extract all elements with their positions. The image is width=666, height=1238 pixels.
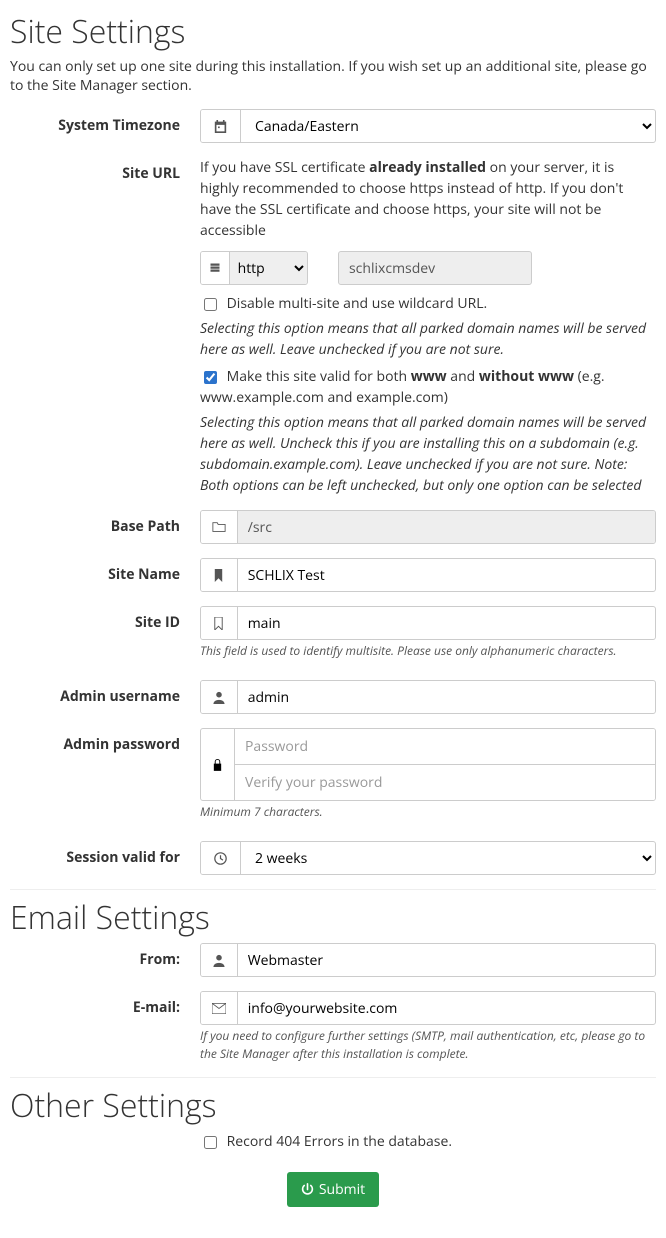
from-input[interactable] (238, 944, 655, 976)
envelope-icon (201, 992, 238, 1024)
disable-multisite-help: Selecting this option means that all par… (200, 318, 656, 360)
session-select[interactable]: 2 weeks (241, 842, 655, 875)
site-id-label: Site ID (10, 606, 190, 633)
password-input[interactable] (235, 729, 655, 765)
valid-www-label[interactable]: Make this site valid for both www and wi… (200, 367, 605, 407)
admin-password-label: Admin password (10, 728, 190, 755)
power-icon (301, 1183, 314, 1196)
clock-icon (201, 842, 241, 874)
from-label: From: (10, 943, 190, 970)
lock-icon (201, 729, 235, 800)
email-help: If you need to configure further setting… (200, 1027, 656, 1063)
bookmark-solid-icon (201, 559, 238, 591)
timezone-select[interactable]: Canada/Eastern (241, 110, 655, 143)
site-url-label: Site URL (10, 157, 190, 184)
record-404-checkbox[interactable] (204, 1136, 217, 1149)
admin-username-input[interactable] (238, 681, 655, 713)
site-id-help: This field is used to identify multisite… (200, 642, 656, 660)
bookmark-outline-icon (201, 607, 238, 639)
valid-www-help: Selecting this option means that all par… (200, 412, 656, 496)
email-input[interactable] (238, 992, 655, 1024)
domain-input[interactable] (338, 251, 532, 285)
site-name-input[interactable] (238, 559, 655, 591)
email-label: E-mail: (10, 991, 190, 1018)
protocol-select[interactable]: http (230, 252, 307, 284)
disable-multisite-label[interactable]: Disable multi-site and use wildcard URL. (227, 294, 488, 313)
disable-multisite-checkbox[interactable] (204, 298, 217, 311)
calendar-icon (201, 110, 241, 142)
admin-username-label: Admin username (10, 680, 190, 707)
section-divider (10, 1077, 656, 1078)
globe-icon (201, 252, 230, 284)
verify-password-input[interactable] (235, 765, 655, 800)
folder-icon (201, 511, 238, 543)
site-settings-intro: You can only set up one site during this… (10, 57, 656, 95)
site-url-info: If you have SSL certificate already inst… (200, 157, 656, 241)
submit-button[interactable]: Submit (287, 1172, 379, 1207)
site-settings-heading: Site Settings (10, 10, 656, 53)
other-settings-heading: Other Settings (10, 1084, 656, 1127)
email-settings-heading: Email Settings (10, 896, 656, 939)
site-name-label: Site Name (10, 558, 190, 585)
site-id-input[interactable] (238, 607, 655, 639)
valid-www-checkbox[interactable] (204, 371, 217, 384)
password-help: Minimum 7 characters. (200, 803, 656, 821)
timezone-label: System Timezone (10, 109, 190, 136)
session-label: Session valid for (10, 841, 190, 868)
record-404-label[interactable]: Record 404 Errors in the database. (227, 1132, 452, 1151)
submit-label: Submit (319, 1180, 365, 1199)
base-path-label: Base Path (10, 510, 190, 537)
section-divider (10, 889, 656, 890)
person-icon (201, 944, 238, 976)
person-icon (201, 681, 238, 713)
base-path-input[interactable] (238, 511, 655, 543)
